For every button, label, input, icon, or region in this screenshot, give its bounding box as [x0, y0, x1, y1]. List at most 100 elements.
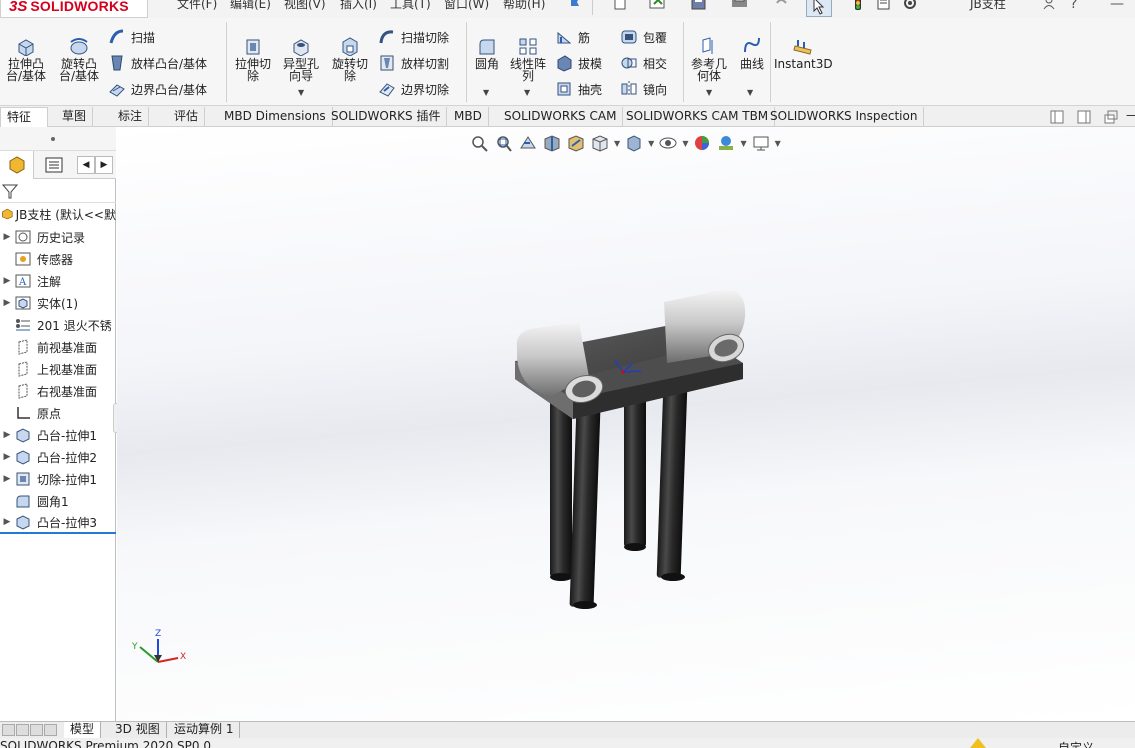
tab-mbd-dimensions[interactable]: MBD Dimensions [218, 107, 333, 127]
menu-window[interactable]: 窗口(W) [444, 0, 489, 12]
tab-evaluate[interactable]: 评估 [168, 107, 206, 127]
tab-motion-study-1[interactable]: 运动算例 1 [168, 722, 241, 738]
tab-solidworks-inspection[interactable]: SOLIDWORKS Inspection [764, 107, 925, 127]
tree-item-material[interactable]: 201 退火不锈 [0, 314, 116, 336]
chevron-down-icon[interactable]: ▼ [298, 88, 304, 97]
chevron-down-icon[interactable]: ▼ [483, 88, 489, 97]
menu-insert[interactable]: 插入(I) [340, 0, 377, 12]
tree-item-front-plane[interactable]: 前视基准面 [0, 336, 116, 358]
display-style-icon[interactable] [624, 134, 644, 152]
tree-item-boss-extrude-2[interactable]: ▶ 凸台-拉伸2 [0, 446, 116, 468]
zoom-to-area-icon[interactable] [494, 134, 514, 152]
undo-icon[interactable] [773, 0, 789, 10]
tree-item-fillet-1[interactable]: 圆角1 [0, 490, 116, 512]
tab-navigation-buttons[interactable] [2, 724, 57, 736]
nav-prev-icon[interactable] [16, 724, 29, 736]
edit-appearance-icon[interactable] [692, 134, 712, 152]
tree-item-boss-extrude-1[interactable]: ▶ 凸台-拉伸1 [0, 424, 116, 446]
user-account-icon[interactable] [1042, 0, 1056, 10]
expand-arrow-icon[interactable]: ▶ [0, 276, 14, 286]
chevron-down-icon[interactable]: ▼ [648, 139, 654, 148]
chevron-down-icon[interactable]: ▼ [706, 88, 712, 97]
shell-button[interactable]: 抽壳 [555, 79, 602, 99]
tab-sketch[interactable]: 草图 [56, 107, 94, 127]
expand-arrow-icon[interactable]: ▶ [0, 298, 14, 308]
tab-3d-views[interactable]: 3D 视图 [109, 722, 167, 738]
options-gear-icon[interactable] [902, 0, 918, 10]
chevron-down-icon[interactable]: ▼ [775, 139, 781, 148]
intersect-button[interactable]: 相交 [620, 53, 667, 73]
rib-button[interactable]: 筋 [555, 27, 590, 47]
tree-item-origin[interactable]: 原点 [0, 402, 116, 424]
propertymanager-tab[interactable] [38, 151, 72, 179]
sweep-button[interactable]: 扫描 [108, 27, 155, 47]
restore-panel-left-icon[interactable] [1050, 110, 1064, 124]
tree-item-annotations[interactable]: ▶ A 注解 [0, 270, 116, 292]
view-settings-icon[interactable] [751, 134, 771, 152]
chevron-down-icon[interactable]: ▼ [524, 88, 530, 97]
pin-icon[interactable] [568, 0, 582, 9]
view-triad[interactable]: Z X Y [131, 629, 186, 663]
revolve-boss-button[interactable]: 旋转凸台/基体 [56, 36, 102, 82]
save-icon[interactable] [690, 0, 708, 10]
expand-arrow-icon[interactable]: ▶ [0, 474, 14, 484]
menu-tools[interactable]: 工具(T) [390, 0, 431, 12]
tab-scroll-left-button[interactable]: ◀ [77, 156, 95, 174]
tab-solidworks-addins[interactable]: SOLIDWORKS 插件 [325, 107, 448, 127]
rebuild-warning-icon[interactable] [970, 738, 986, 748]
apply-scene-icon[interactable] [716, 134, 736, 152]
curves-button[interactable]: 曲线 [736, 36, 768, 70]
select-tool[interactable] [806, 0, 832, 17]
extrude-boss-button[interactable]: 拉伸凸台/基体 [4, 36, 48, 82]
fillet-button[interactable]: 圆角 [471, 36, 503, 70]
panel-collapse-handle[interactable] [0, 127, 116, 151]
boundary-boss-button[interactable]: 边界凸台/基体 [108, 79, 207, 99]
tab-annotation[interactable]: 标注 [112, 107, 150, 127]
menu-file[interactable]: 文件(F) [177, 0, 217, 12]
model-view[interactable]: Z X Y [117, 127, 1135, 721]
print-icon[interactable] [730, 0, 750, 10]
tab-scroll-right-button[interactable]: ▶ [95, 156, 113, 174]
hole-wizard-button[interactable]: 异型孔向导 [280, 36, 322, 82]
chevron-down-icon[interactable]: ▼ [740, 139, 746, 148]
solidworks-logo[interactable]: 3S SOLIDWORKS [0, 0, 148, 18]
graphics-area[interactable]: Z X Y [117, 127, 1135, 721]
extrude-cut-button[interactable]: 拉伸切除 [231, 36, 275, 82]
nav-first-icon[interactable] [2, 724, 15, 736]
expand-arrow-icon[interactable]: ▶ [0, 452, 14, 462]
tab-solidworks-cam-tbm[interactable]: SOLIDWORKS CAM TBM [620, 107, 776, 127]
hide-show-items-icon[interactable] [658, 134, 678, 152]
tree-item-history[interactable]: ▶ 历史记录 [0, 226, 116, 248]
tree-item-sensors[interactable]: 传感器 [0, 248, 116, 270]
tab-solidworks-cam[interactable]: SOLIDWORKS CAM [498, 107, 624, 127]
wrap-button[interactable]: 包覆 [620, 27, 667, 47]
chevron-down-icon[interactable]: ▼ [747, 88, 753, 97]
menu-edit[interactable]: 编辑(E) [230, 0, 271, 12]
minimize-icon[interactable]: — [1110, 0, 1124, 12]
menu-help[interactable]: 帮助(H) [503, 0, 545, 12]
tab-mbd[interactable]: MBD [448, 107, 489, 127]
tree-item-right-plane[interactable]: 右视基准面 [0, 380, 116, 402]
rebuild-icon[interactable] [852, 0, 864, 12]
tree-filter-bar[interactable] [0, 179, 116, 203]
expand-arrow-icon[interactable]: ▶ [0, 430, 14, 440]
minimize-pane-icon[interactable]: — [1126, 108, 1135, 122]
instant3d-button[interactable]: Instant3D [774, 36, 833, 70]
restore-panel-right-icon[interactable] [1077, 110, 1091, 124]
chevron-down-icon[interactable]: ▼ [682, 139, 688, 148]
draft-button[interactable]: 拔模 [555, 53, 602, 73]
help-icon[interactable]: ? [1070, 0, 1077, 12]
status-units[interactable]: 自定义 [1058, 739, 1094, 748]
zoom-to-fit-icon[interactable] [470, 134, 490, 152]
window-tile-icon[interactable] [1104, 110, 1118, 124]
section-view-icon[interactable] [542, 134, 562, 152]
revolve-cut-button[interactable]: 旋转切除 [328, 36, 372, 82]
featuremanager-tab[interactable] [0, 151, 34, 179]
linear-pattern-button[interactable]: 线性阵列 [507, 36, 549, 82]
view-orientation-icon[interactable] [590, 134, 610, 152]
expand-arrow-icon[interactable]: ▶ [0, 517, 14, 527]
expand-arrow-icon[interactable]: ▶ [0, 232, 14, 242]
tree-root-part[interactable]: JB支柱 (默认<<默 [0, 203, 116, 225]
tree-item-solid-bodies[interactable]: ▶ 实体(1) [0, 292, 116, 314]
menu-view[interactable]: 视图(V) [284, 0, 326, 12]
